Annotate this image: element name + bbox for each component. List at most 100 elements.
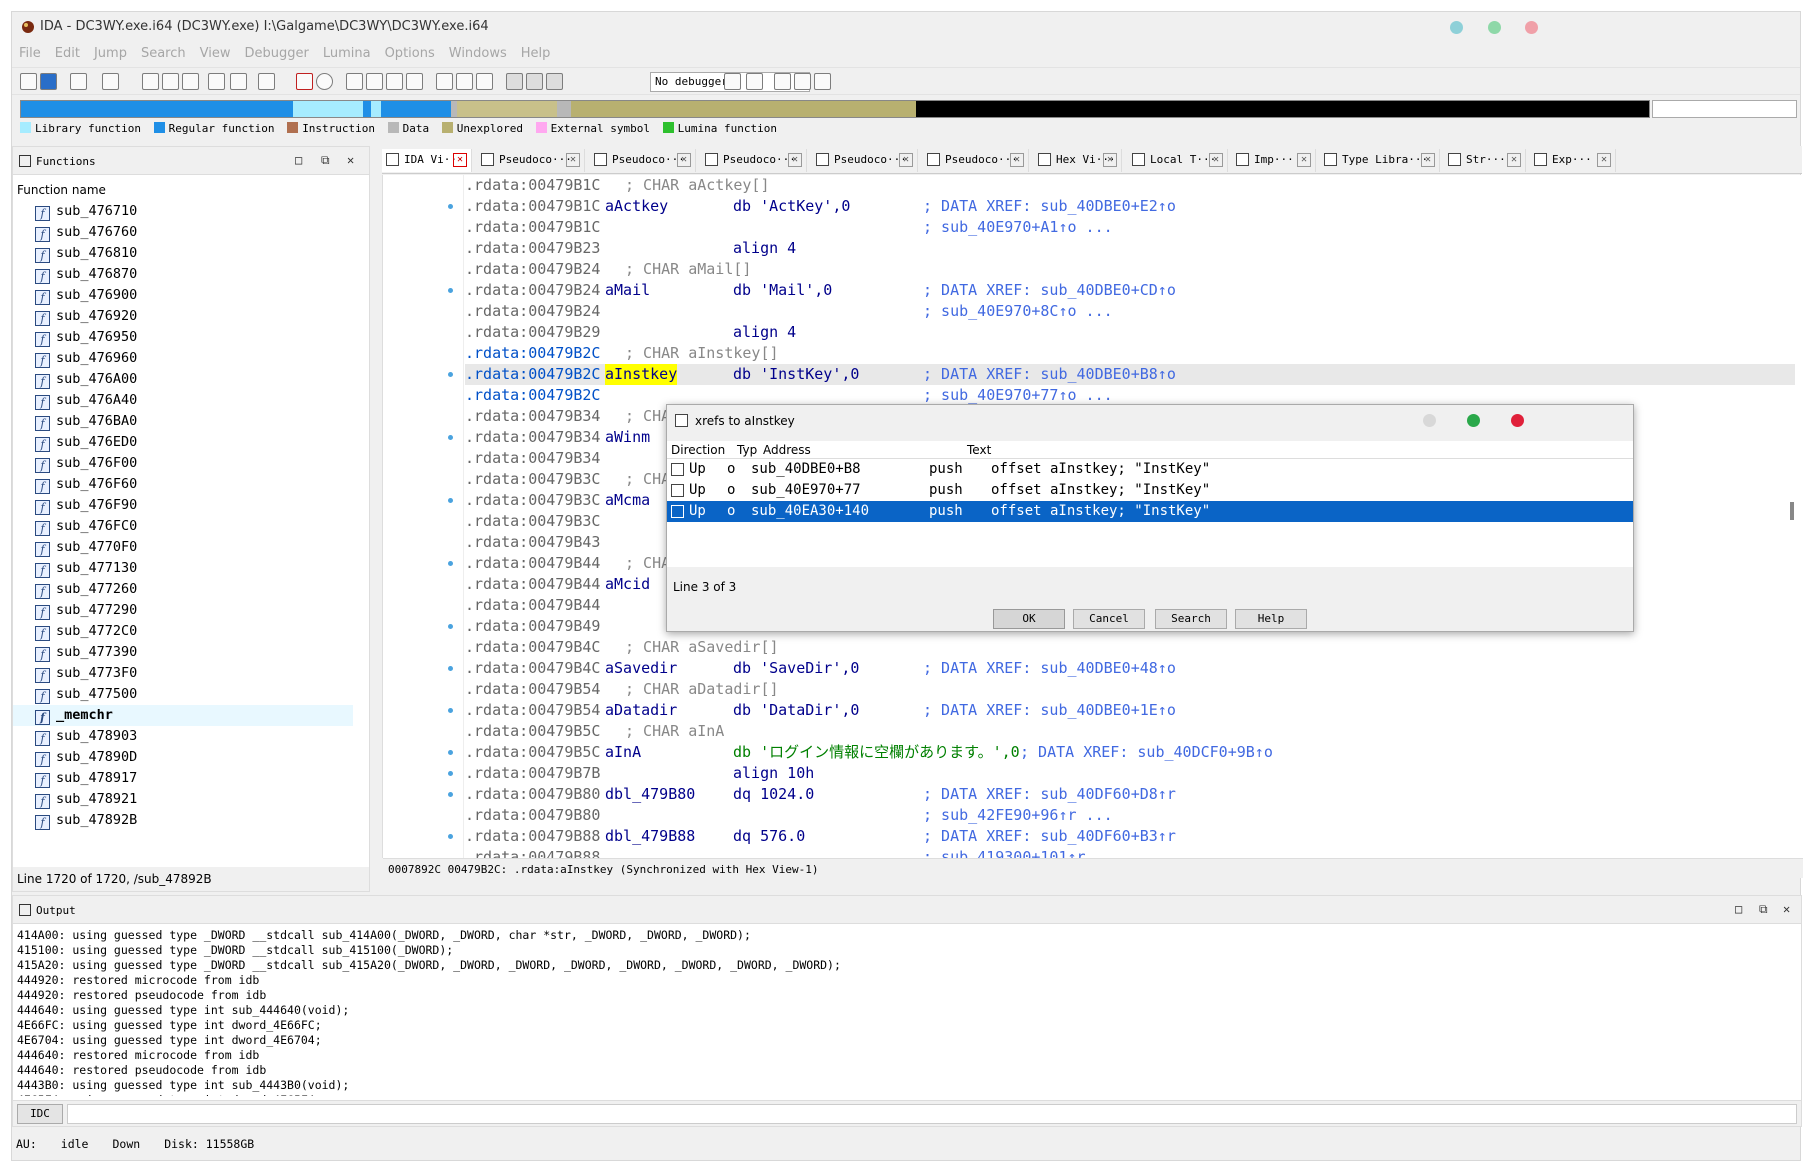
nav-selector[interactable] [1652,100,1797,118]
listing-line[interactable]: .rdata:00479B88; sub_419300+101↑r ... [465,847,1795,858]
function-list-item[interactable]: f sub_4772C0 [13,621,353,642]
tab-close-icon[interactable]: ✕ [1597,153,1611,167]
listing-line[interactable]: .rdata:00479B24 aMail db 'Mail',0; DATA XR… [465,280,1795,301]
tab-close-icon[interactable]: ✕ [788,153,802,167]
listing-line[interactable]: .rdata:00479B4C; CHAR aSavedir[] [465,637,1795,658]
col-direction[interactable]: Direction [671,443,725,457]
indent-icon[interactable] [794,73,811,90]
function-list-item[interactable]: f sub_4773F0 [13,663,353,684]
menu-lumina[interactable]: Lumina [316,43,378,64]
col-address[interactable]: Address [763,443,811,457]
xref-row[interactable]: Up o sub_40E970+77 push offset aInstkey; "In… [667,480,1633,501]
tab-close-icon[interactable]: ✕ [1421,153,1435,167]
tab-11[interactable]: Exp··· ✕ [1530,149,1616,172]
hex-view-icon[interactable] [142,73,159,90]
menu-search[interactable]: Search [134,43,193,64]
function-list-item[interactable]: f sub_476A00 [13,369,353,390]
pause-icon[interactable] [526,73,543,90]
structures-icon[interactable] [162,73,179,90]
function-list-item[interactable]: f sub_478917 [13,768,353,789]
stop-icon[interactable] [546,73,563,90]
dialog-minimize-button[interactable] [1423,414,1436,427]
function-list-item[interactable]: f sub_478903 [13,726,353,747]
panel-close-icon[interactable]: ✕ [347,153,354,167]
function-list-item[interactable]: f sub_476FC0 [13,516,353,537]
listing-line[interactable]: .rdata:00479B1C; sub_40E970+A1↑o ... [465,217,1795,238]
menu-help[interactable]: Help [514,43,558,64]
minimize-button[interactable] [1450,21,1463,34]
listing-line[interactable]: .rdata:00479B4C aSavedir db 'SaveDir',0; D… [465,658,1795,679]
tab-3[interactable]: Pseudoco··· ✕ [701,149,807,172]
tab-close-icon[interactable]: ✕ [899,153,913,167]
tab-close-icon[interactable]: ✕ [1297,153,1311,167]
tab-2[interactable]: Pseudoco··· ✕ [590,149,696,172]
function-list-item[interactable]: f sub_477130 [13,558,353,579]
menu-file[interactable]: File [12,43,48,64]
function-list-item[interactable]: f sub_476710 [13,201,353,222]
image-icon[interactable] [456,73,473,90]
xref-row[interactable]: Up o sub_40EA30+140 push offset aInstkey; "I… [667,501,1633,522]
listing-line[interactable]: .rdata:00479B1C; CHAR aActkey[] [465,175,1795,196]
help-button[interactable]: Help [1235,609,1307,629]
c-switch-icon[interactable] [746,73,763,90]
tab-close-icon[interactable]: ✕ [566,153,580,167]
function-list-item[interactable]: f sub_476F60 [13,474,353,495]
function-list-item[interactable]: f sub_478921 [13,789,353,810]
dialog-close-button[interactable] [1511,414,1524,427]
open-icon[interactable] [20,73,37,90]
menu-debugger[interactable]: Debugger [237,43,315,64]
idc-language-button[interactable]: IDC [17,1104,63,1124]
tab-0[interactable]: IDA Vi··· ✕ [382,149,472,172]
search-button[interactable]: Search [1155,609,1227,629]
listing-line[interactable]: .rdata:00479B2C; sub_40E970+77↑o ... [465,385,1795,406]
function-list-item[interactable]: f sub_476760 [13,222,353,243]
tab-9[interactable]: Type Libra··· ✕ [1320,149,1440,172]
function-list[interactable]: f sub_476710 f sub_476760 f sub_476810 f sub_47… [13,201,353,847]
tab-close-icon[interactable]: ✕ [677,153,691,167]
listing-line[interactable]: .rdata:00479B2C; CHAR aInstkey[] [465,343,1795,364]
cancel-button[interactable]: Cancel [1073,609,1145,629]
function-list-item[interactable]: f sub_477500 [13,684,353,705]
listing-line[interactable]: .rdata:00479B1C aActkey db 'ActKey',0; DAT… [465,196,1795,217]
text-search-icon[interactable] [258,73,275,90]
menu-jump[interactable]: Jump [87,43,134,64]
listing-line[interactable]: .rdata:00479B2C aInstkey db 'InstKey',0; D… [465,364,1795,385]
function-list-item[interactable]: f sub_476900 [13,285,353,306]
listing-line[interactable]: .rdata:00479B24; sub_40E970+8C↑o ... [465,301,1795,322]
tab-8[interactable]: Imp··· ✕ [1232,149,1316,172]
tab-close-icon[interactable]: ✕ [1103,153,1117,167]
function-list-item[interactable]: f sub_476BA0 [13,411,353,432]
tab-4[interactable]: Pseudoco··· ✕ [812,149,918,172]
function-list-item[interactable]: f sub_477390 [13,642,353,663]
list-icon[interactable] [774,73,791,90]
save-icon[interactable] [40,73,57,90]
data-icon[interactable] [366,73,383,90]
close-button[interactable] [1525,21,1538,34]
string-icon[interactable] [406,73,423,90]
panel-maximize-icon[interactable]: □ [295,153,302,167]
output-log[interactable]: 414A00: using guessed type _DWORD __stdc… [17,926,1787,1096]
function-list-item[interactable]: f sub_476F90 [13,495,353,516]
function-list-item[interactable]: f sub_476ED0 [13,432,353,453]
tab-6[interactable]: Hex Vi··· ✕ [1034,149,1122,172]
listing-line[interactable]: .rdata:00479B54 aDatadir db 'DataDir',0; D… [465,700,1795,721]
tab-7[interactable]: Local T··· ✕ [1128,149,1228,172]
listing-line[interactable]: .rdata:00479B88 dbl_479B88 dq 576.0; DATA … [465,826,1795,847]
tab-close-icon[interactable]: ✕ [1507,153,1521,167]
jump-icon[interactable] [230,73,247,90]
tab-close-icon[interactable]: ✕ [1010,153,1024,167]
tab-1[interactable]: Pseudoco··· ✕ [477,149,585,172]
menu-view[interactable]: View [193,43,238,64]
code-icon[interactable] [346,73,363,90]
panel-close-icon[interactable]: ✕ [1783,902,1790,916]
listing-line[interactable]: .rdata:00479B80; sub_42FE90+96↑r ... [465,805,1795,826]
col-type[interactable]: Typ [737,443,757,457]
listing-line[interactable]: .rdata:00479B54; CHAR aDatadir[] [465,679,1795,700]
tab-10[interactable]: Str··· ✕ [1444,149,1526,172]
diamond-icon[interactable] [476,73,493,90]
panel-float-icon[interactable]: ⧉ [1759,902,1768,917]
graph-icon[interactable] [386,73,403,90]
tab-close-icon[interactable]: ✕ [1209,153,1223,167]
function-list-item[interactable]: f sub_4770F0 [13,537,353,558]
dialog-maximize-button[interactable] [1467,414,1480,427]
